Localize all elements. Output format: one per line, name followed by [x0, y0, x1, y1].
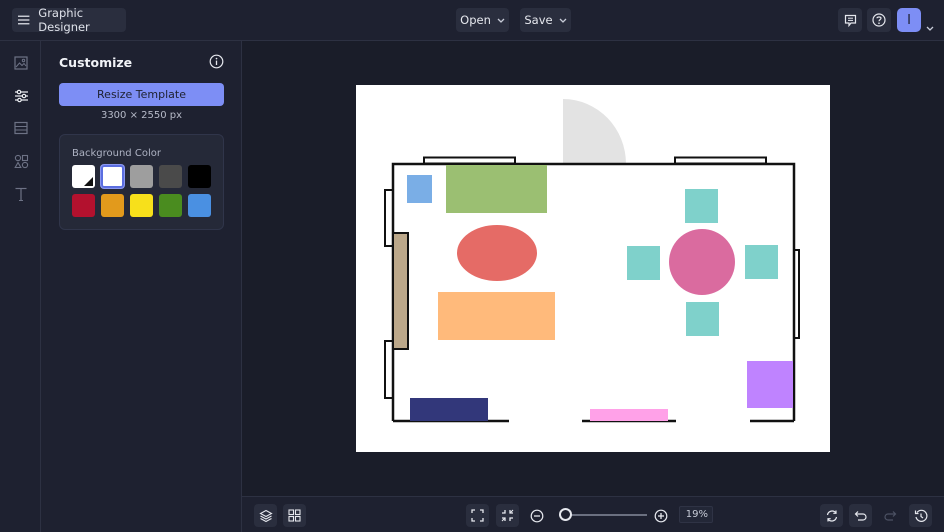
zoom-in-button[interactable] — [649, 504, 672, 527]
user-avatar[interactable]: I — [897, 8, 921, 32]
green-sofa[interactable] — [446, 165, 547, 213]
rail-item-images[interactable] — [10, 52, 32, 74]
fit-screen-button[interactable] — [466, 504, 489, 527]
open-button[interactable]: Open — [456, 8, 509, 32]
hamburger-icon — [18, 15, 30, 25]
swatch-dark-gray[interactable] — [159, 165, 182, 188]
zoom-out-icon — [530, 509, 543, 522]
text-icon — [15, 187, 27, 201]
save-label: Save — [524, 13, 553, 27]
redo-icon — [883, 510, 896, 521]
swatch-gray[interactable] — [130, 165, 153, 188]
avatar-initial: I — [907, 12, 911, 28]
swatch-green[interactable] — [159, 194, 182, 217]
layout-icon — [14, 121, 28, 135]
background-color-label: Background Color — [72, 148, 161, 159]
expand-icon — [471, 509, 484, 522]
zoom-slider[interactable] — [559, 508, 647, 522]
help-icon — [872, 13, 886, 27]
rail-item-customize[interactable] — [10, 85, 32, 107]
panel-title: Customize — [59, 55, 133, 70]
customize-panel: Customize Resize Template 3300 × 2550 px… — [41, 41, 242, 532]
swatch-blue[interactable] — [188, 194, 211, 217]
image-icon — [14, 56, 28, 70]
swatch-transparent[interactable] — [72, 165, 95, 188]
rail-item-elements[interactable] — [10, 150, 32, 172]
purple-square[interactable] — [747, 361, 793, 408]
app-menu-button[interactable]: Graphic Designer — [12, 6, 126, 34]
history-icon — [914, 509, 927, 522]
swatch-orange[interactable] — [101, 194, 124, 217]
sliders-icon — [14, 89, 28, 103]
rail-item-text[interactable] — [10, 183, 32, 205]
transparent-corner-icon — [84, 177, 93, 186]
app-title: Graphic Designer — [38, 6, 90, 34]
swatch-yellow[interactable] — [130, 194, 153, 217]
sync-button[interactable] — [820, 504, 843, 527]
help-button[interactable] — [867, 8, 891, 32]
undo-button[interactable] — [849, 504, 872, 527]
door-swing-arc[interactable] — [563, 99, 626, 164]
swatch-white[interactable] — [101, 165, 124, 188]
comments-button[interactable] — [838, 8, 862, 32]
chevron-down-icon — [559, 18, 567, 23]
rail-item-layout[interactable] — [10, 117, 32, 139]
grid-icon — [288, 509, 301, 522]
orange-rug[interactable] — [438, 292, 555, 340]
chevron-down-icon — [497, 18, 505, 23]
zoom-in-icon — [654, 509, 667, 522]
redo-button[interactable] — [878, 504, 901, 527]
workspace — [242, 41, 944, 496]
red-oval-table[interactable] — [457, 225, 537, 281]
resize-template-button[interactable]: Resize Template — [59, 83, 224, 106]
chair-left[interactable] — [627, 246, 660, 280]
zoom-slider-thumb[interactable] — [559, 508, 573, 521]
chair-top[interactable] — [685, 189, 718, 223]
chair-bottom[interactable] — [686, 302, 719, 336]
background-color-card: Background Color — [59, 134, 224, 230]
tan-cabinet[interactable] — [392, 232, 409, 350]
shrink-button[interactable] — [496, 504, 519, 527]
info-button[interactable] — [209, 54, 224, 69]
chair-right[interactable] — [745, 245, 778, 279]
account-menu-toggle[interactable] — [926, 16, 934, 35]
shapes-icon — [13, 154, 28, 168]
navy-bench[interactable] — [410, 398, 488, 421]
pink-strip[interactable] — [590, 409, 668, 421]
tool-rail — [0, 41, 41, 532]
window-top-left[interactable] — [423, 156, 516, 165]
comment-icon — [844, 14, 856, 27]
chevron-down-icon — [926, 26, 934, 31]
history-button[interactable] — [909, 504, 932, 527]
zoom-level-field[interactable]: 19% — [679, 506, 713, 523]
resize-template-label: Resize Template — [97, 88, 186, 101]
undo-icon — [854, 510, 867, 521]
canvas-dimensions: 3300 × 2550 px — [100, 110, 183, 121]
floor-plan — [384, 99, 800, 423]
top-bar: Graphic Designer Open Save I — [0, 0, 944, 41]
swatch-black[interactable] — [188, 165, 211, 188]
window-top-right[interactable] — [674, 156, 767, 165]
bottom-bar: 19% — [242, 496, 944, 532]
layers-icon — [258, 509, 273, 522]
grid-view-button[interactable] — [283, 504, 306, 527]
swatch-red[interactable] — [72, 194, 95, 217]
zoom-slider-track — [559, 514, 647, 516]
refresh-icon — [826, 509, 837, 522]
blue-square[interactable] — [407, 175, 432, 203]
collapse-icon — [501, 509, 514, 522]
info-icon — [209, 54, 224, 69]
design-canvas[interactable] — [356, 85, 830, 452]
save-button[interactable]: Save — [520, 8, 571, 32]
zoom-out-button[interactable] — [525, 504, 548, 527]
pink-round-table[interactable] — [669, 229, 735, 295]
zoom-level-value: 19% — [685, 509, 708, 520]
open-label: Open — [460, 13, 491, 27]
layers-button[interactable] — [254, 504, 277, 527]
